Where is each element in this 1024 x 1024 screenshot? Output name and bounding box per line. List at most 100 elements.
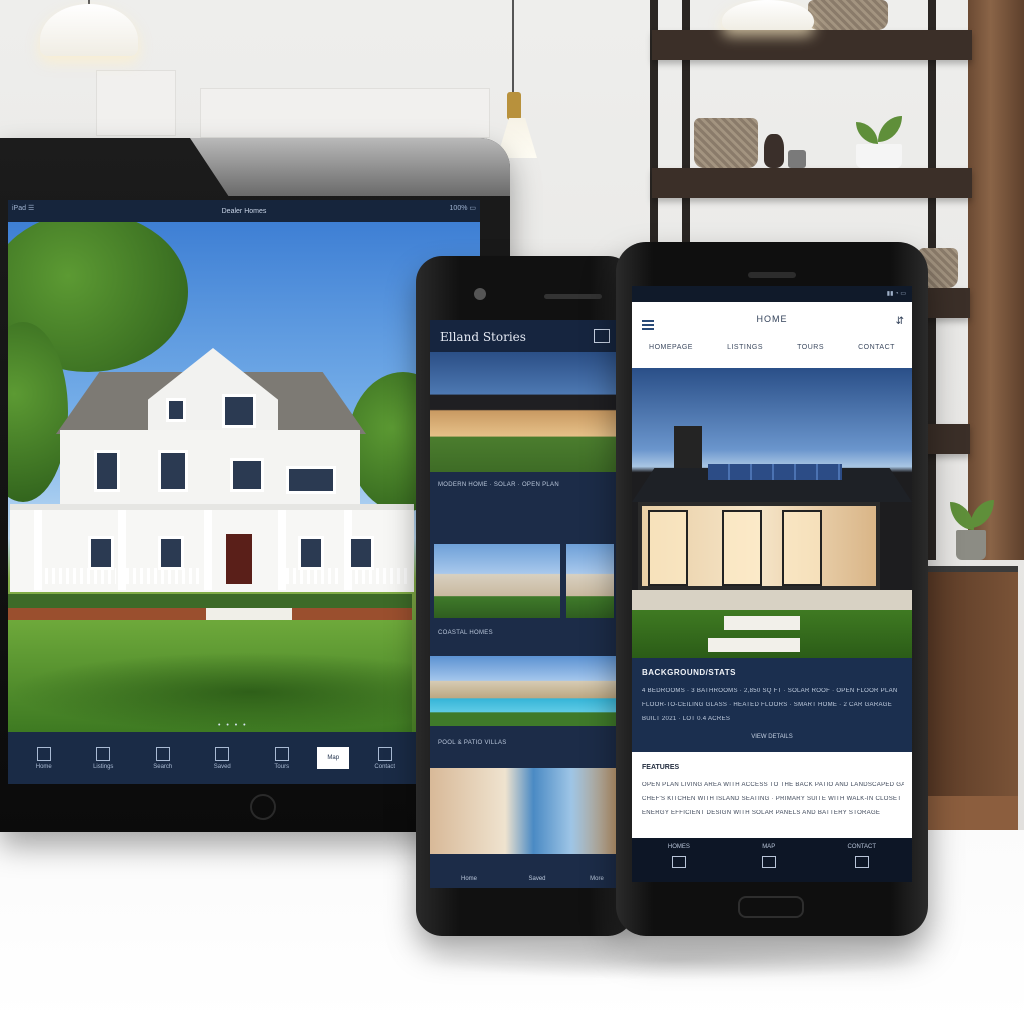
listing-caption: COASTAL HOMES — [438, 630, 493, 636]
shelf — [652, 30, 972, 60]
tablet-bezel-highlight — [190, 138, 510, 196]
view-details-link[interactable]: VIEW DETAILS — [632, 734, 912, 740]
tablet-nav-item[interactable]: Map — [317, 747, 350, 769]
porch-column — [204, 510, 212, 590]
status-app-title: Dealer Homes — [221, 208, 267, 215]
tablet-screen: iPad ☰ Dealer Homes 100% ▭ • • • • Home … — [8, 200, 480, 784]
stepping-stone — [708, 638, 800, 652]
listing-card[interactable]: COASTAL HOMES — [430, 544, 618, 650]
tablet-nav-label: Map — [327, 755, 340, 761]
search-icon — [155, 746, 170, 761]
shelf — [652, 168, 972, 198]
features-title: FEATURES — [642, 764, 680, 771]
phone-home-button[interactable] — [738, 896, 804, 918]
cabinet-floor — [926, 796, 1018, 832]
phone-front-screen: ▮▮ ◔ ▭ HOME ⇵ HOMEPAGE LISTINGS TOURS CO… — [632, 286, 912, 882]
listing-image — [430, 656, 618, 726]
glass-door — [782, 510, 822, 586]
listing-image — [434, 544, 560, 618]
pendant-lamp-cap — [507, 92, 521, 120]
house-living-room — [638, 502, 880, 590]
contact-icon — [377, 746, 392, 761]
tab-home[interactable]: Home — [454, 876, 484, 882]
tab-tours[interactable]: TOURS — [797, 344, 824, 351]
porch-column — [118, 510, 126, 590]
listing-caption: POOL & PATIO VILLAS — [438, 740, 507, 746]
house-window — [166, 398, 186, 422]
tablet-bottom-nav: HomeListingsSearchSavedToursMapContactMo… — [8, 732, 480, 784]
features-line: ENERGY EFFICIENT DESIGN WITH SOLAR PANEL… — [642, 810, 881, 816]
solar-panels — [708, 464, 842, 480]
hero-image-modern-house[interactable] — [632, 368, 912, 658]
house-window — [222, 394, 256, 428]
vase — [764, 134, 784, 168]
contact-icon — [854, 856, 869, 868]
tab-homepage[interactable]: HOMEPAGE — [649, 344, 693, 351]
tablet-nav-label: Home — [35, 763, 52, 770]
nav-contact[interactable]: CONTACT — [848, 844, 876, 868]
info-panel: BACKGROUND/STATS 4 BEDROOMS · 3 BATHROOM… — [632, 658, 912, 752]
info-title: BACKGROUND/STATS — [642, 668, 736, 677]
glass-door — [648, 510, 688, 586]
tablet-nav-item[interactable]: Contact — [361, 738, 409, 778]
nav-label: HOMES — [667, 844, 690, 850]
porch-column — [278, 510, 286, 590]
carousel-indicator[interactable]: • • • • — [218, 722, 248, 729]
house-window — [348, 536, 374, 570]
app-header: HOME ⇵ HOMEPAGE LISTINGS TOURS CONTACT — [632, 302, 912, 368]
hero-image-house[interactable]: • • • • — [8, 222, 480, 732]
lawn-shadow — [8, 652, 412, 732]
device-shadow — [416, 940, 936, 980]
lamp-cord — [512, 0, 514, 94]
cabinet — [926, 566, 1018, 796]
house-window — [158, 450, 188, 492]
tablet-nav-item[interactable]: Search — [139, 738, 187, 778]
home-icon — [36, 746, 51, 761]
sort-icon[interactable]: ⇵ — [896, 316, 904, 327]
porch-railing — [38, 568, 116, 584]
porch-railing — [126, 568, 202, 584]
saved-icon — [215, 746, 230, 761]
house-window — [286, 466, 336, 494]
patio — [632, 590, 912, 610]
listing-card[interactable]: MODERN HOME · SOLAR · OPEN PLAN — [430, 352, 618, 504]
house-window — [88, 536, 114, 570]
tablet-nav-item[interactable]: Saved — [198, 738, 246, 778]
info-line: BUILT 2021 · LOT 0.4 ACRES — [642, 716, 731, 722]
nav-map[interactable]: MAP — [761, 844, 776, 868]
tab-listings[interactable]: LISTINGS — [727, 344, 763, 351]
camera-icon — [474, 288, 486, 300]
house-window — [158, 536, 184, 570]
phone-back-screen: Elland Stories MODERN HOME · SOLAR · OPE… — [430, 320, 618, 888]
house-door — [226, 534, 252, 584]
tablet-nav-item[interactable]: Listings — [79, 738, 127, 778]
house-window — [298, 536, 324, 570]
tablet-nav-item[interactable]: Tours — [258, 738, 306, 778]
info-line: 4 BEDROOMS · 3 BATHROOMS · 2,850 SQ FT ·… — [642, 688, 898, 694]
phone-speaker — [544, 294, 602, 299]
porch-railing — [286, 568, 342, 584]
listing-card[interactable] — [430, 768, 618, 858]
app-title: Elland Stories — [440, 330, 526, 344]
tours-icon — [274, 746, 289, 761]
tab-more[interactable]: More — [582, 876, 612, 882]
house-chimney — [674, 426, 702, 472]
page-title: HOME — [756, 314, 788, 324]
plant-pot — [956, 530, 986, 560]
phone-front-device: ▮▮ ◔ ▭ HOME ⇵ HOMEPAGE LISTINGS TOURS CO… — [616, 242, 928, 936]
menu-icon[interactable] — [594, 329, 610, 343]
features-line: OPEN PLAN LIVING AREA WITH ACCESS TO THE… — [642, 782, 904, 788]
tab-saved[interactable]: Saved — [522, 876, 552, 882]
listing-card[interactable]: POOL & PATIO VILLAS — [430, 656, 618, 760]
tablet-home-button[interactable] — [250, 794, 276, 820]
house-window — [94, 450, 120, 492]
nav-homes[interactable]: HOMES — [668, 844, 690, 868]
listings-icon — [96, 746, 111, 761]
nav-label: MAP — [762, 844, 776, 850]
phone-speaker — [748, 272, 796, 278]
tab-contact[interactable]: CONTACT — [858, 344, 895, 351]
tablet-nav-item[interactable]: Home — [20, 738, 68, 778]
wall-panel — [96, 70, 176, 136]
app-header: Elland Stories — [430, 320, 618, 352]
plant-pot — [856, 144, 902, 168]
